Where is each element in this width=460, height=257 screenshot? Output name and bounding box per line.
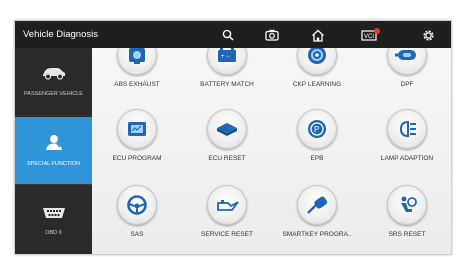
top-bar: Vehicle Diagnosis VCI — [15, 21, 451, 48]
function-tile-srs-reset[interactable]: SRS RESET — [362, 185, 451, 254]
function-label: DPF — [400, 81, 414, 88]
function-tile-sas[interactable]: SAS — [92, 185, 182, 254]
function-tile-service-reset[interactable]: SERVICE RESET — [182, 185, 272, 254]
function-label: LAMP ADAPTION — [380, 155, 434, 162]
function-tile-dpf[interactable]: DPF — [362, 48, 451, 107]
airbag-icon — [387, 185, 427, 225]
sidebar-item-label: SPECIAL FUNCTION — [27, 160, 80, 167]
category-sidebar: PASSENGER VEHICLE SPECIAL FUNCTION OBD I… — [15, 48, 92, 254]
battery-icon: + − — [207, 48, 247, 75]
function-tile-battery-match[interactable]: + − BATTERY MATCH — [182, 48, 272, 107]
function-label: SMARTKEY PROGRA.. — [282, 231, 352, 238]
sidebar-item-special-function[interactable]: SPECIAL FUNCTION — [15, 117, 92, 185]
abs-exhaust-icon — [117, 48, 157, 75]
function-label: ECU RESET — [208, 155, 246, 162]
mechanic-icon — [45, 134, 63, 155]
ecu-reset-icon — [207, 109, 247, 149]
svg-text:+ −: + − — [221, 54, 230, 60]
function-tile-smartkey-programming[interactable]: SMARTKEY PROGRA.. — [272, 185, 362, 254]
function-label: SAS — [130, 231, 144, 238]
oil-can-icon — [207, 185, 247, 225]
vci-icon[interactable]: VCI — [360, 26, 382, 44]
screenshot-icon[interactable] — [263, 26, 281, 44]
function-label: ABS EXHAUST — [114, 81, 160, 88]
function-grid: ABS EXHAUST + − BATTERY MATCH CKP LEARNI… — [92, 48, 451, 254]
svg-text:VCI: VCI — [364, 34, 374, 40]
function-tile-ecu-reset[interactable]: ECU RESET — [182, 109, 272, 181]
function-label: EPB — [310, 155, 324, 162]
function-label: CKP LEARNING — [292, 81, 342, 88]
parking-brake-icon: P — [297, 109, 337, 149]
function-tile-lamp-adaption[interactable]: LAMP ADAPTION — [362, 109, 451, 181]
sidebar-item-label: PASSENGER VEHICLE — [24, 90, 83, 97]
device-screen: Vehicle Diagnosis VCI PASSENGER VEHICLE — [14, 20, 452, 255]
smart-key-icon — [297, 185, 337, 225]
function-tile-ckp-learning[interactable]: CKP LEARNING — [272, 48, 362, 107]
sidebar-item-passenger-vehicle[interactable]: PASSENGER VEHICLE — [15, 48, 92, 116]
steering-wheel-icon — [117, 185, 157, 225]
function-label: SERVICE RESET — [201, 231, 253, 238]
home-icon[interactable] — [309, 26, 327, 44]
sidebar-item-label: OBD II — [45, 229, 62, 236]
ecu-program-icon — [117, 109, 157, 149]
crankshaft-icon — [297, 48, 337, 75]
settings-icon[interactable] — [419, 26, 437, 44]
function-label: SRS RESET — [388, 231, 426, 238]
search-icon[interactable] — [219, 26, 237, 44]
sidebar-item-obd2[interactable]: OBD II — [15, 186, 92, 254]
function-tile-epb[interactable]: P EPB — [272, 109, 362, 181]
obd-connector-icon — [42, 206, 66, 224]
page-title: Vehicle Diagnosis — [23, 29, 98, 40]
headlamp-icon — [387, 109, 427, 149]
dpf-icon — [387, 48, 427, 75]
function-label: BATTERY MATCH — [200, 81, 254, 88]
function-label: ECU PROGRAM — [112, 155, 162, 162]
car-icon — [41, 66, 67, 85]
svg-text:P: P — [314, 125, 319, 134]
function-tile-abs-exhaust[interactable]: ABS EXHAUST — [92, 48, 182, 107]
function-tile-ecu-program[interactable]: ECU PROGRAM — [92, 109, 182, 181]
